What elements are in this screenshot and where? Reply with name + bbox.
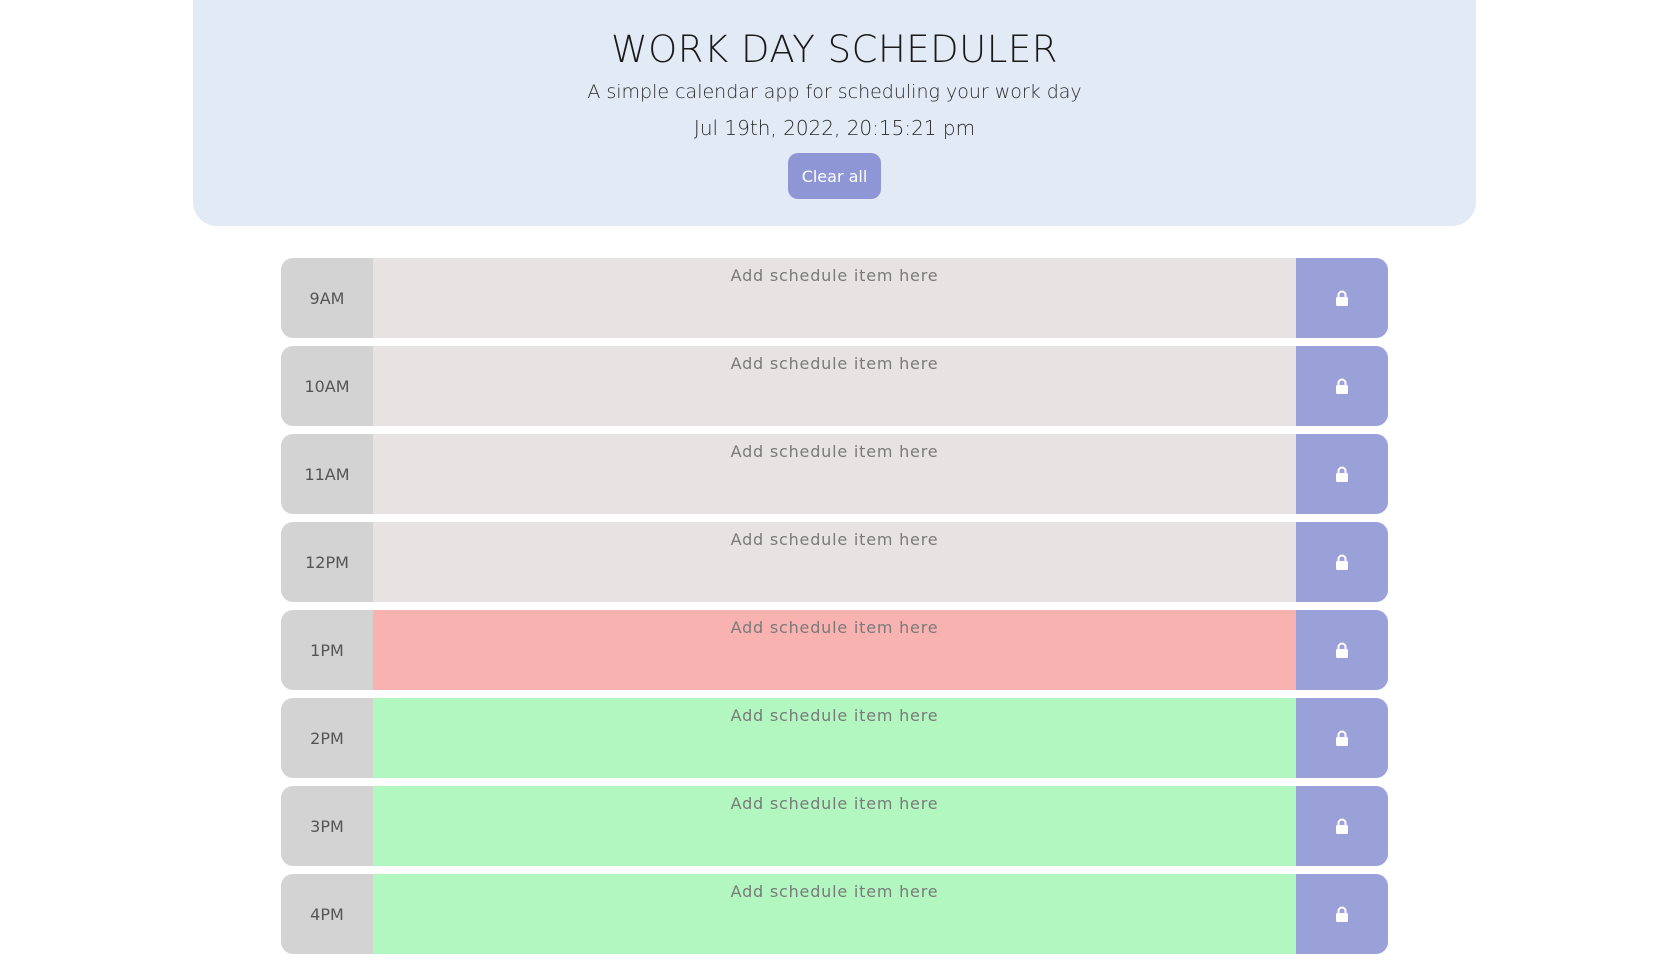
save-button[interactable] [1296,258,1388,338]
save-button[interactable] [1296,698,1388,778]
save-button[interactable] [1296,610,1388,690]
page-subtitle: A simple calendar app for scheduling you… [587,81,1082,103]
time-block: 10AM [281,346,1388,426]
lock-icon [1336,642,1348,658]
hour-label: 9AM [281,258,373,338]
save-button[interactable] [1296,434,1388,514]
time-block: 12PM [281,522,1388,602]
save-button[interactable] [1296,874,1388,954]
hour-label: 4PM [281,874,373,954]
schedule-entry-input[interactable] [373,258,1296,338]
time-block: 1PM [281,610,1388,690]
lock-icon [1336,378,1348,394]
hour-label: 11AM [281,434,373,514]
schedule-entry-input[interactable] [373,610,1296,690]
schedule-entry-input[interactable] [373,698,1296,778]
time-block: 11AM [281,434,1388,514]
hour-label: 12PM [281,522,373,602]
time-block: 9AM [281,258,1388,338]
lock-icon [1336,730,1348,746]
lock-icon [1336,466,1348,482]
schedule-entry-input[interactable] [373,874,1296,954]
page-title: WORK DAY SCHEDULER [611,28,1058,71]
current-datetime: Jul 19th, 2022, 20:15:21 pm [693,116,976,140]
lock-icon [1336,554,1348,570]
clear-all-button[interactable]: Clear all [787,153,882,199]
time-block: 4PM [281,874,1388,954]
page-header: WORK DAY SCHEDULER A simple calendar app… [193,0,1476,226]
hour-label: 1PM [281,610,373,690]
schedule-entry-input[interactable] [373,786,1296,866]
schedule-entry-input[interactable] [373,346,1296,426]
hour-label: 10AM [281,346,373,426]
lock-icon [1336,290,1348,306]
lock-icon [1336,906,1348,922]
schedule-list: 9AM 10AM 11AM 12PM 1PM 2PM [281,258,1388,962]
save-button[interactable] [1296,522,1388,602]
schedule-entry-input[interactable] [373,434,1296,514]
save-button[interactable] [1296,786,1388,866]
lock-icon [1336,818,1348,834]
time-block: 2PM [281,698,1388,778]
hour-label: 2PM [281,698,373,778]
schedule-entry-input[interactable] [373,522,1296,602]
time-block: 3PM [281,786,1388,866]
hour-label: 3PM [281,786,373,866]
save-button[interactable] [1296,346,1388,426]
